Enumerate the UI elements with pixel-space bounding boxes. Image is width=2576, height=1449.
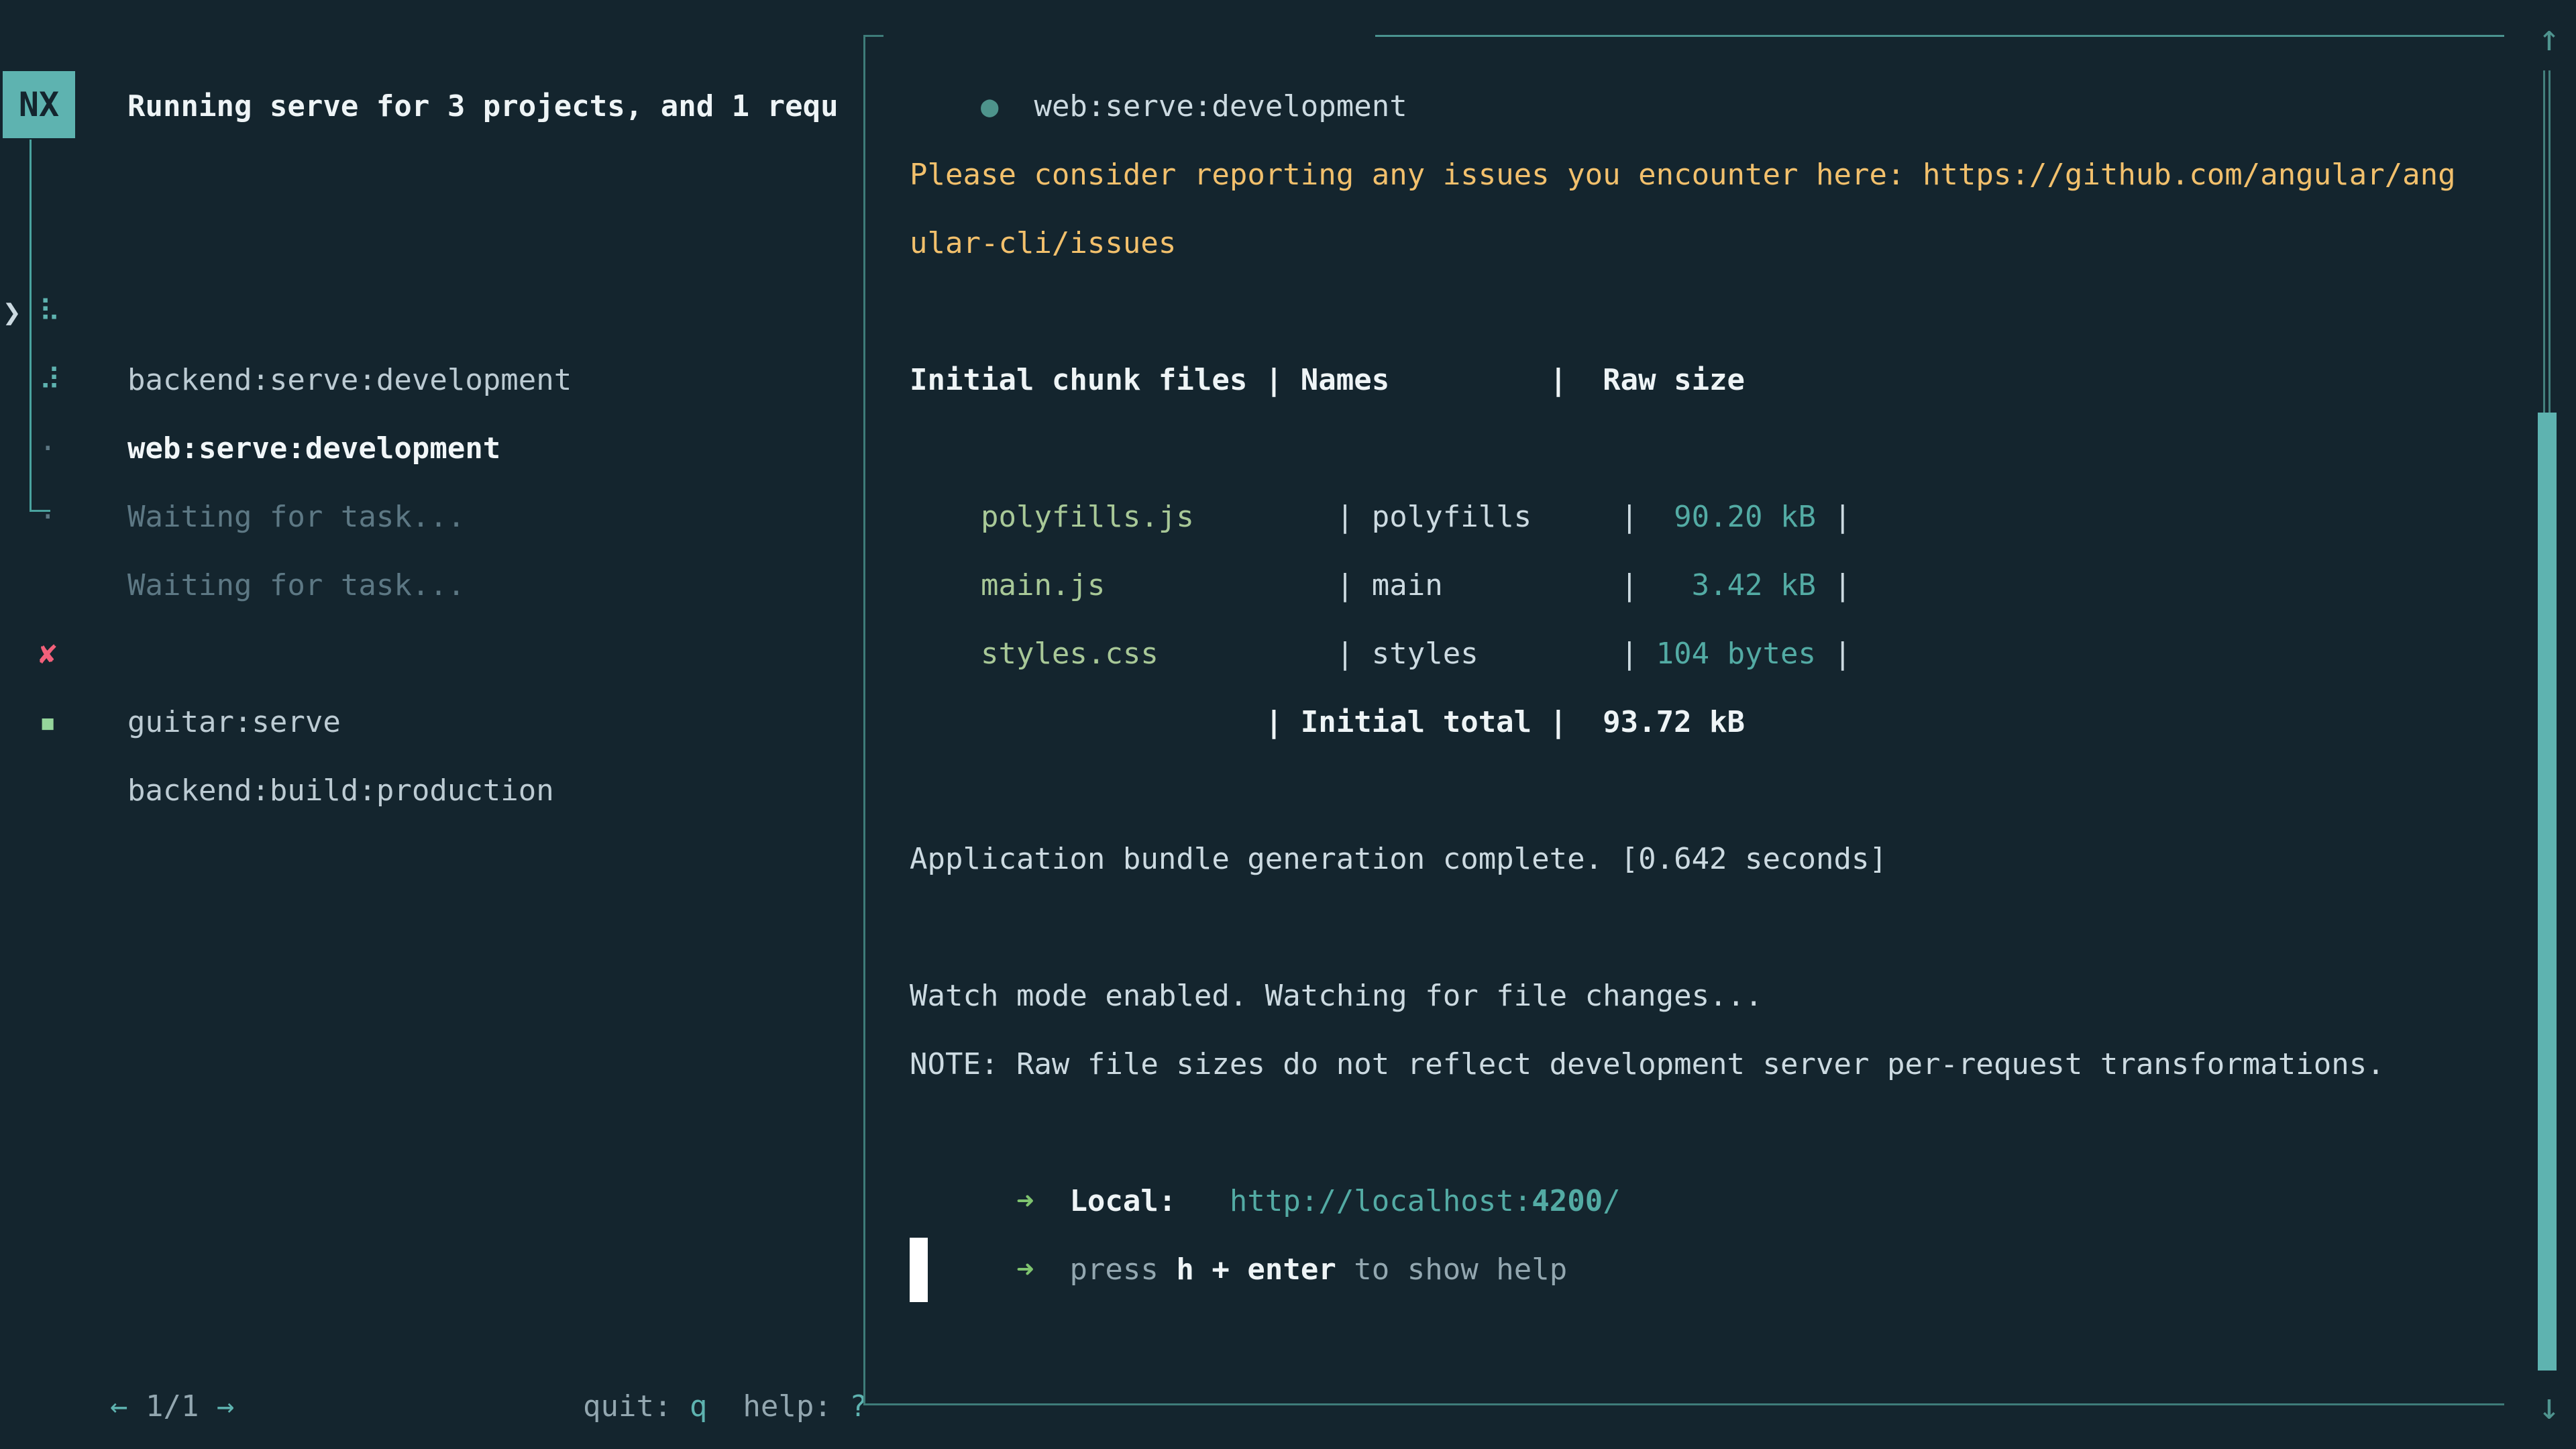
- success-square-icon: ▪: [39, 688, 57, 757]
- title-gap: [998, 89, 1034, 123]
- hint-gap: [707, 1389, 743, 1424]
- nx-tui-screen: NX Running serve for 3 projects, and 1 r…: [0, 0, 2576, 1449]
- bundle-complete-message: Application bundle generation complete. …: [910, 825, 1887, 894]
- task-row[interactable]: ✘ guitar:serve: [0, 551, 863, 620]
- pagination: ← 1/1 →: [39, 1304, 234, 1373]
- help-pre: press: [1069, 1252, 1176, 1287]
- watch-mode-message: Watch mode enabled. Watching for file ch…: [910, 962, 1763, 1030]
- page-prev-arrow[interactable]: ←: [110, 1389, 128, 1424]
- task-row[interactable]: ▪ backend:build:production: [0, 620, 863, 688]
- help-post: to show help: [1336, 1252, 1567, 1287]
- page-title: Running serve for 3 projects, and 1 requ: [127, 72, 860, 141]
- pending-dot-icon: ·: [39, 483, 57, 551]
- chunk-table-row: polyfills.js | polyfills | 90.20 kB |: [910, 415, 1851, 483]
- panel-border-left: [863, 35, 865, 1405]
- page-indicator: 1/1: [127, 1389, 216, 1424]
- chunk-table-row: main.js | main | 3.42 kB |: [910, 483, 1851, 551]
- chunk-size: 104 bytes: [1656, 637, 1816, 671]
- task-row[interactable]: ⠧ backend:serve:development: [0, 209, 863, 278]
- gap: [1034, 1252, 1069, 1287]
- arrow-icon: ➜: [981, 1252, 1034, 1287]
- scrollbar-thumb[interactable]: [2538, 413, 2557, 1371]
- task-label: guitar:serve: [127, 688, 341, 757]
- task-row[interactable]: · Waiting for task...: [0, 415, 863, 483]
- task-label: Waiting for task...: [127, 483, 465, 551]
- task-label: backend:build:production: [127, 757, 554, 825]
- scroll-down-arrow-icon[interactable]: ↓: [2522, 1373, 2576, 1441]
- nx-logo: NX: [3, 71, 75, 138]
- running-bullet-icon: ●: [981, 89, 999, 123]
- help-keys: h + enter: [1176, 1252, 1336, 1287]
- raw-size-note: NOTE: Raw file sizes do not reflect deve…: [910, 1030, 2385, 1099]
- chunk-table-total-row: | Initial total | 93.72 kB: [910, 688, 1745, 757]
- local-server-line: ➜ Local: http://localhost:4200/: [910, 1099, 1621, 1167]
- scroll-up-arrow-icon[interactable]: ↑: [2522, 4, 2576, 72]
- keyboard-hints: quit: q help: ?: [512, 1304, 867, 1373]
- terminal-cursor: [910, 1238, 928, 1302]
- task-row-selected[interactable]: ⠼ web:serve:development: [0, 278, 863, 346]
- panel-title: ● web:serve:development: [910, 4, 1407, 72]
- issue-notice-line2: ular-cli/issues: [910, 209, 1176, 278]
- panel-border-bottom: [863, 1403, 2504, 1405]
- chunk-table-row: styles.css | styles | 104 bytes |: [910, 551, 1851, 620]
- page-next-arrow[interactable]: →: [217, 1389, 235, 1424]
- panel-border-top-stub: [863, 35, 883, 37]
- row-tail-pipe: |: [1816, 637, 1851, 671]
- panel-border-top: [1375, 35, 2504, 37]
- chunk-table-header: Initial chunk files | Names | Raw size: [910, 346, 1745, 415]
- help-label: help:: [743, 1389, 849, 1424]
- chunk-name: | styles |: [1336, 637, 1656, 671]
- issue-notice-line1: Please consider reporting any issues you…: [910, 141, 2456, 209]
- quit-label: quit:: [583, 1389, 690, 1424]
- quit-key: q: [690, 1389, 708, 1424]
- task-row[interactable]: · Waiting for task...: [0, 346, 863, 415]
- panel-title-text: web:serve:development: [1034, 89, 1407, 123]
- chunk-file: styles.css: [981, 637, 1336, 671]
- help-hint-line: ➜ press h + enter to show help: [910, 1167, 1567, 1236]
